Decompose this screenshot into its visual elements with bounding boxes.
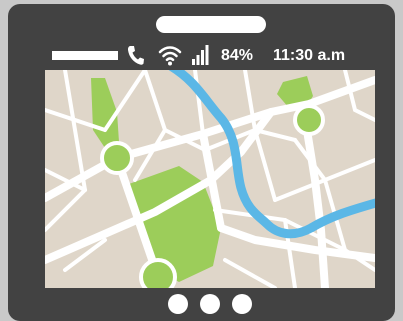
nav-dot-button[interactable] (168, 294, 188, 314)
home-buttons (168, 292, 258, 316)
landmark-marker-left[interactable] (100, 141, 134, 175)
speaker-grille (156, 16, 266, 33)
landmark-marker-bottom[interactable] (139, 258, 177, 288)
landmark-marker-right[interactable] (293, 104, 325, 136)
status-bar: 84% 11:30 a.m (45, 42, 375, 70)
status-clock: 11:30 a.m (273, 47, 346, 64)
signal-bars-icon (192, 45, 209, 65)
tablet-device: 84% 11:30 a.m (8, 4, 395, 321)
battery-percentage: 84% (221, 47, 254, 64)
map-view[interactable] (45, 70, 375, 288)
nav-dot-button[interactable] (200, 294, 220, 314)
carrier-bar (52, 51, 118, 60)
nav-dot-button[interactable] (232, 294, 252, 314)
phone-icon (127, 46, 144, 65)
wifi-icon (158, 46, 182, 66)
map-canvas[interactable] (45, 70, 375, 288)
